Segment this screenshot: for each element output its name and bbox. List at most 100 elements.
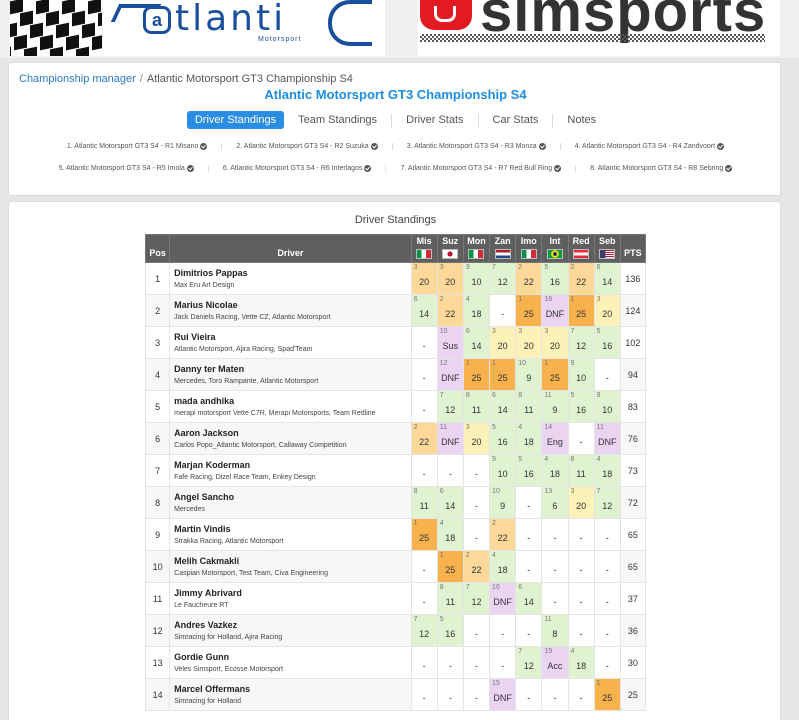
race-result-cell[interactable]: -	[567, 678, 595, 711]
race-result-cell[interactable]: 6 14	[436, 486, 464, 519]
race-result-cell[interactable]: 1 25	[436, 550, 464, 583]
race-result-cell[interactable]: -	[489, 614, 517, 647]
race-result-cell[interactable]: 6 14	[593, 262, 621, 295]
race-result-cell[interactable]: 7 12	[436, 390, 464, 423]
race-header-mon[interactable]: Mon	[462, 234, 491, 263]
breadcrumb-root-link[interactable]: Championship manager	[19, 73, 136, 85]
round-link[interactable]: 1. Atlantic Motorsport GT3 S4 - R1 Misan…	[53, 143, 222, 150]
race-result-cell[interactable]: -	[593, 646, 621, 679]
race-result-cell[interactable]: 9 10	[489, 454, 517, 487]
driver-cell[interactable]: Aaron Jackson Carlos Popo_Atlantic Motors…	[169, 422, 412, 455]
race-result-cell[interactable]: 8 11	[567, 454, 595, 487]
table-row[interactable]: 5 mada andhika merapi motorsport Vette C7R…	[144, 390, 647, 423]
race-result-cell[interactable]: 10 Sus	[436, 326, 464, 359]
race-result-cell[interactable]: 1 25	[567, 294, 595, 327]
round-link[interactable]: 6. Atlantic Motorsport GT3 S4 - R6 Inter…	[207, 165, 386, 172]
race-result-cell[interactable]: 3 20	[541, 326, 569, 359]
race-result-cell[interactable]: -	[462, 646, 491, 679]
race-result-cell[interactable]: 9 10	[462, 262, 491, 295]
race-result-cell[interactable]: 4 18	[489, 550, 517, 583]
race-result-cell[interactable]: 9 10	[567, 358, 595, 391]
driver-cell[interactable]: Andres Vazkez Simracing for Holland, Ajir…	[169, 614, 412, 647]
driver-cell[interactable]: Danny ter Maten Mercedes, Toro Rampante, …	[169, 358, 412, 391]
table-row[interactable]: 2 Marius Nicolae Jack Daniels Racing, Vett…	[144, 294, 647, 327]
race-result-cell[interactable]: 4 18	[541, 454, 569, 487]
race-result-cell[interactable]: -	[541, 582, 569, 615]
race-result-cell[interactable]: -	[462, 486, 491, 519]
table-row[interactable]: 1 Dimitrios Pappas Max Eru Art Design 3 20 3 2…	[144, 262, 647, 295]
driver-cell[interactable]: Dimitrios Pappas Max Eru Art Design	[169, 262, 412, 295]
race-result-cell[interactable]: 6 14	[489, 390, 517, 423]
race-result-cell[interactable]: -	[410, 550, 438, 583]
table-row[interactable]: 13 Gordie Gunn Veles Simsport, Ecosse Moto…	[144, 646, 647, 679]
race-result-cell[interactable]: -	[462, 614, 491, 647]
race-header-zan[interactable]: Zan	[489, 234, 517, 263]
driver-name[interactable]: Marcel Offermans	[174, 684, 410, 694]
race-header-imo[interactable]: Imo	[515, 234, 543, 263]
table-row[interactable]: 14 Marcel Offermans Simracing for Holland -…	[144, 678, 647, 711]
race-header-suz[interactable]: Suz	[436, 234, 464, 263]
atlantic-motorsport-logo[interactable]: a tlanti Motorsport	[103, 0, 385, 56]
race-result-cell[interactable]: 7 12	[410, 614, 438, 647]
race-result-cell[interactable]: 5 16	[436, 614, 464, 647]
race-result-cell[interactable]: 7 12	[567, 326, 595, 359]
race-result-cell[interactable]: 7 12	[515, 646, 543, 679]
race-result-cell[interactable]: 8 11	[436, 582, 464, 615]
race-result-cell[interactable]: 1 25	[489, 358, 517, 391]
driver-cell[interactable]: Gordie Gunn Veles Simsport, Ecosse Motors…	[169, 646, 412, 679]
race-result-cell[interactable]: 11 DNF	[436, 422, 464, 455]
race-result-cell[interactable]: -	[489, 294, 517, 327]
race-result-cell[interactable]: -	[515, 614, 543, 647]
race-header-red[interactable]: Red	[567, 234, 595, 263]
driver-cell[interactable]: Marius Nicolae Jack Daniels Racing, Vette…	[169, 294, 412, 327]
simsports-logo[interactable]: simsports	[418, 0, 780, 56]
race-result-cell[interactable]: -	[541, 518, 569, 551]
race-result-cell[interactable]: 6 14	[462, 326, 491, 359]
round-link[interactable]: 7. Atlantic Motorsport GT3 S4 - R7 Red B…	[385, 165, 575, 172]
round-link[interactable]: 8. Atlantic Motorsport GT3 S4 - R8 Sebri…	[575, 165, 746, 172]
table-row[interactable]: 4 Danny ter Maten Mercedes, Toro Rampante,…	[144, 358, 647, 391]
race-result-cell[interactable]: -	[489, 646, 517, 679]
driver-name[interactable]: mada andhika	[174, 396, 410, 406]
race-result-cell[interactable]: 4 18	[593, 454, 621, 487]
race-result-cell[interactable]: -	[567, 422, 595, 455]
race-result-cell[interactable]: 5 16	[541, 262, 569, 295]
race-result-cell[interactable]: 1 25	[410, 518, 438, 551]
race-result-cell[interactable]: 2 22	[410, 422, 438, 455]
race-result-cell[interactable]: 13 6	[541, 486, 569, 519]
race-result-cell[interactable]: -	[436, 678, 464, 711]
driver-cell[interactable]: Melih Cakmakli Caspian Motorsport, Test T…	[169, 550, 412, 583]
race-result-cell[interactable]: -	[462, 518, 491, 551]
race-result-cell[interactable]: -	[410, 678, 438, 711]
round-link[interactable]: 5. Atlantic Motorsport GT3 S4 - R5 Imola	[45, 165, 208, 172]
race-result-cell[interactable]: -	[567, 518, 595, 551]
race-result-cell[interactable]: -	[515, 678, 543, 711]
race-result-cell[interactable]: -	[410, 646, 438, 679]
race-result-cell[interactable]: 2 22	[489, 518, 517, 551]
driver-name[interactable]: Rui Vieira	[174, 332, 410, 342]
race-result-cell[interactable]: 3 20	[515, 326, 543, 359]
race-result-cell[interactable]: -	[515, 518, 543, 551]
race-result-cell[interactable]: -	[593, 614, 621, 647]
race-result-cell[interactable]: -	[410, 326, 438, 359]
race-result-cell[interactable]: 10 9	[515, 358, 543, 391]
race-result-cell[interactable]: 14 Eng	[541, 422, 569, 455]
race-result-cell[interactable]: -	[593, 582, 621, 615]
race-result-cell[interactable]: -	[515, 550, 543, 583]
race-result-cell[interactable]: 2 22	[462, 550, 491, 583]
round-link[interactable]: 4. Atlantic Motorsport GT3 S4 - R4 Zandv…	[559, 143, 738, 150]
race-result-cell[interactable]: -	[410, 358, 438, 391]
table-row[interactable]: 3 Rui Vieira Atlantic Motorsport, Ajira Ra…	[144, 326, 647, 359]
race-result-cell[interactable]: 4 18	[462, 294, 491, 327]
race-result-cell[interactable]: 8 11	[410, 486, 438, 519]
race-result-cell[interactable]: -	[541, 550, 569, 583]
race-result-cell[interactable]: -	[410, 390, 438, 423]
race-result-cell[interactable]: 11 DNF	[593, 422, 621, 455]
race-header-seb[interactable]: Seb	[593, 234, 621, 263]
driver-name[interactable]: Melih Cakmakli	[174, 556, 410, 566]
driver-name[interactable]: Marius Nicolae	[174, 300, 410, 310]
race-result-cell[interactable]: -	[593, 358, 621, 391]
race-result-cell[interactable]: 11 9	[541, 390, 569, 423]
race-result-cell[interactable]: 19 Acc	[541, 646, 569, 679]
race-result-cell[interactable]: 9 10	[593, 390, 621, 423]
